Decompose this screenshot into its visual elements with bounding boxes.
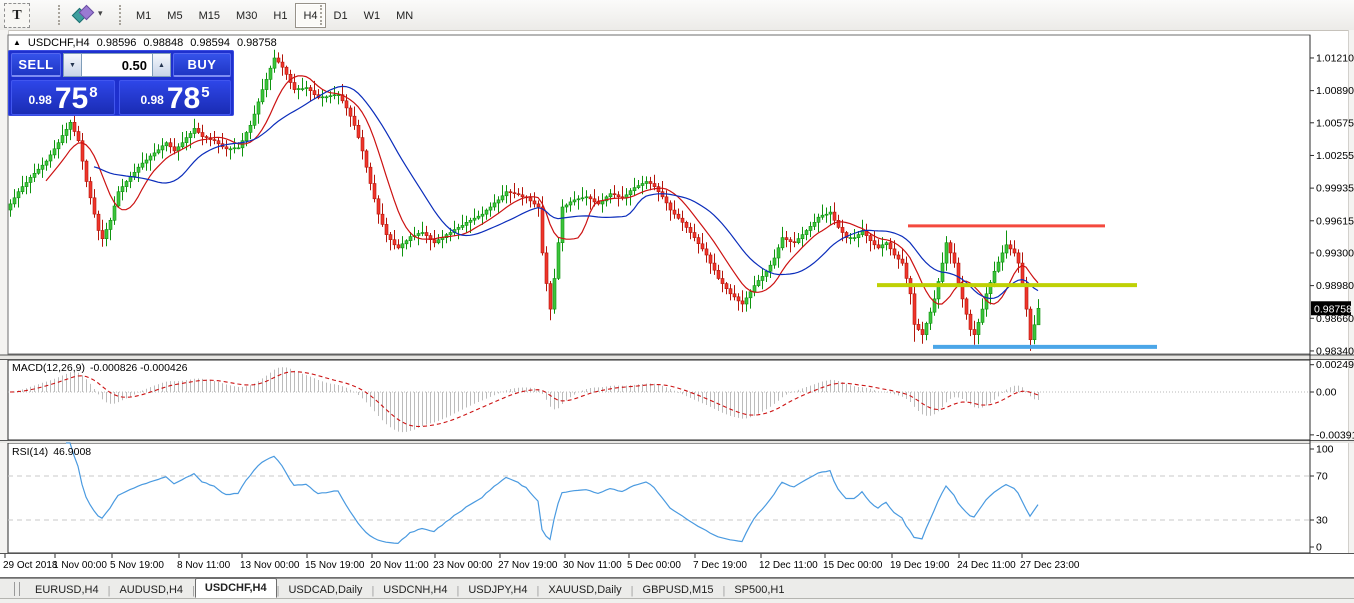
price-axis-label: 1.00575 (1316, 117, 1354, 129)
macd-axis-label: -0.003913 (1316, 429, 1354, 441)
time-axis-label: 19 Dec 19:00 (890, 560, 950, 571)
tab-separator: | (631, 585, 634, 597)
chart-ohlc-header: ▲ USDCHF,H4 0.98596 0.98848 0.98594 0.98… (13, 37, 277, 49)
rsi-header: RSI(14) 46.9008 (12, 446, 91, 458)
rsi-label: RSI(14) (12, 446, 48, 458)
price-axis-label: 0.99615 (1316, 215, 1354, 227)
macd-axis-label: 0.00 (1316, 387, 1337, 399)
price-axis-label: 0.99935 (1316, 183, 1354, 195)
buy-price-main: 78 (167, 86, 200, 111)
time-axis-label: 24 Dec 11:00 (957, 560, 1016, 571)
high-value: 0.98848 (143, 37, 183, 49)
tab-sp500-h1[interactable]: SP500,H1 (725, 581, 793, 598)
macd-header: MACD(12,26,9) -0.000826 -0.000426 (12, 362, 187, 374)
tab-separator: | (536, 585, 539, 597)
tab-usdjpy-h4[interactable]: USDJPY,H4 (459, 581, 536, 598)
close-value: 0.98758 (237, 37, 277, 49)
chart-tab-bar: EURUSD,H4|AUDUSD,H4|USDCHF,H4|USDCAD,Dai… (0, 578, 1354, 598)
low-value: 0.98594 (190, 37, 230, 49)
tab-separator: | (108, 585, 111, 597)
macd-panel[interactable] (8, 360, 1310, 440)
tab-separator: | (722, 585, 725, 597)
buy-price-prefix: 0.98 (140, 93, 163, 107)
tab-usdcad-daily[interactable]: USDCAD,Daily (279, 581, 371, 598)
sell-price-main: 75 (55, 86, 88, 111)
rsi-value: 46.9008 (53, 446, 91, 458)
tab-separator: | (277, 585, 280, 597)
rsi-axis-label: 30 (1316, 515, 1328, 527)
sell-button[interactable]: SELL (11, 53, 61, 77)
bottom-window-edge (0, 598, 1354, 603)
price-axis-label: 1.00890 (1316, 85, 1354, 97)
one-click-trading-panel: SELL ▼ 0.50 ▲ BUY 0.98 75 8 0.98 78 5 (8, 50, 234, 116)
rsi-panel[interactable] (8, 443, 1310, 553)
time-axis-label: 12 Dec 11:00 (759, 560, 818, 571)
time-axis-label: 7 Dec 19:00 (693, 560, 747, 571)
current-price-label: 0.98758 (1314, 303, 1352, 315)
tab-audusd-h4[interactable]: AUDUSD,H4 (110, 581, 192, 598)
tab-eurusd-h4[interactable]: EURUSD,H4 (26, 581, 108, 598)
sell-price-pip: 8 (89, 84, 97, 101)
volume-decrease-button[interactable]: ▼ (64, 54, 82, 76)
price-axis-label: 0.99300 (1316, 247, 1354, 259)
time-axis-label: 15 Nov 19:00 (305, 560, 365, 571)
time-axis-label: 1 Nov 00:00 (53, 560, 107, 571)
macd-axis-label: 0.002492 (1316, 359, 1354, 371)
price-axis-label: 1.01210 (1316, 52, 1354, 64)
time-axis-label: 27 Nov 19:00 (498, 560, 558, 571)
time-axis-label: 29 Oct 2018 (3, 560, 58, 571)
time-axis-label: 5 Dec 00:00 (627, 560, 681, 571)
time-axis-label: 27 Dec 23:00 (1020, 560, 1080, 571)
sell-price-prefix: 0.98 (28, 93, 51, 107)
time-axis-label: 30 Nov 11:00 (563, 560, 622, 571)
open-value: 0.98596 (97, 37, 137, 49)
macd-values: -0.000826 -0.000426 (90, 362, 188, 374)
sell-price-tile[interactable]: 0.98 75 8 (11, 80, 115, 115)
tab-usdcnh-h4[interactable]: USDCNH,H4 (374, 581, 456, 598)
time-axis-label: 23 Nov 00:00 (433, 560, 493, 571)
price-axis-label: 0.98980 (1316, 280, 1354, 292)
time-axis-label: 8 Nov 11:00 (177, 560, 231, 571)
time-axis-label: 20 Nov 11:00 (370, 560, 429, 571)
time-axis-label: 15 Dec 00:00 (823, 560, 883, 571)
buy-button[interactable]: BUY (173, 53, 231, 77)
macd-label: MACD(12,26,9) (12, 362, 85, 374)
volume-input[interactable]: 0.50 (82, 54, 152, 76)
time-axis-label: 5 Nov 19:00 (110, 560, 164, 571)
rsi-axis-label: 70 (1316, 471, 1328, 483)
tab-xauusd-daily[interactable]: XAUUSD,Daily (539, 581, 630, 598)
tab-separator: | (371, 585, 374, 597)
tab-usdchf-h4[interactable]: USDCHF,H4 (195, 578, 277, 598)
volume-increase-button[interactable]: ▲ (152, 54, 170, 76)
tab-gbpusd-m15[interactable]: GBPUSD,M15 (634, 581, 723, 598)
direction-arrow-icon: ▲ (13, 38, 21, 47)
mt4-window: T ▾ M1M5M15M30H1H4D1W1MN 1.012101.008901… (0, 0, 1354, 603)
rsi-axis-label: 100 (1316, 444, 1334, 456)
tab-separator: | (456, 585, 459, 597)
tab-separator: | (192, 585, 195, 597)
buy-price-tile[interactable]: 0.98 78 5 (119, 80, 231, 115)
tabbar-grip (14, 582, 20, 596)
rsi-axis-label: 0 (1316, 542, 1322, 554)
price-axis-label: 0.98340 (1316, 345, 1354, 357)
symbol-label: USDCHF,H4 (28, 37, 90, 49)
price-axis-label: 1.00255 (1316, 150, 1354, 162)
volume-stepper: ▼ 0.50 ▲ (63, 53, 171, 77)
time-axis-label: 13 Nov 00:00 (240, 560, 300, 571)
buy-price-pip: 5 (201, 84, 209, 101)
